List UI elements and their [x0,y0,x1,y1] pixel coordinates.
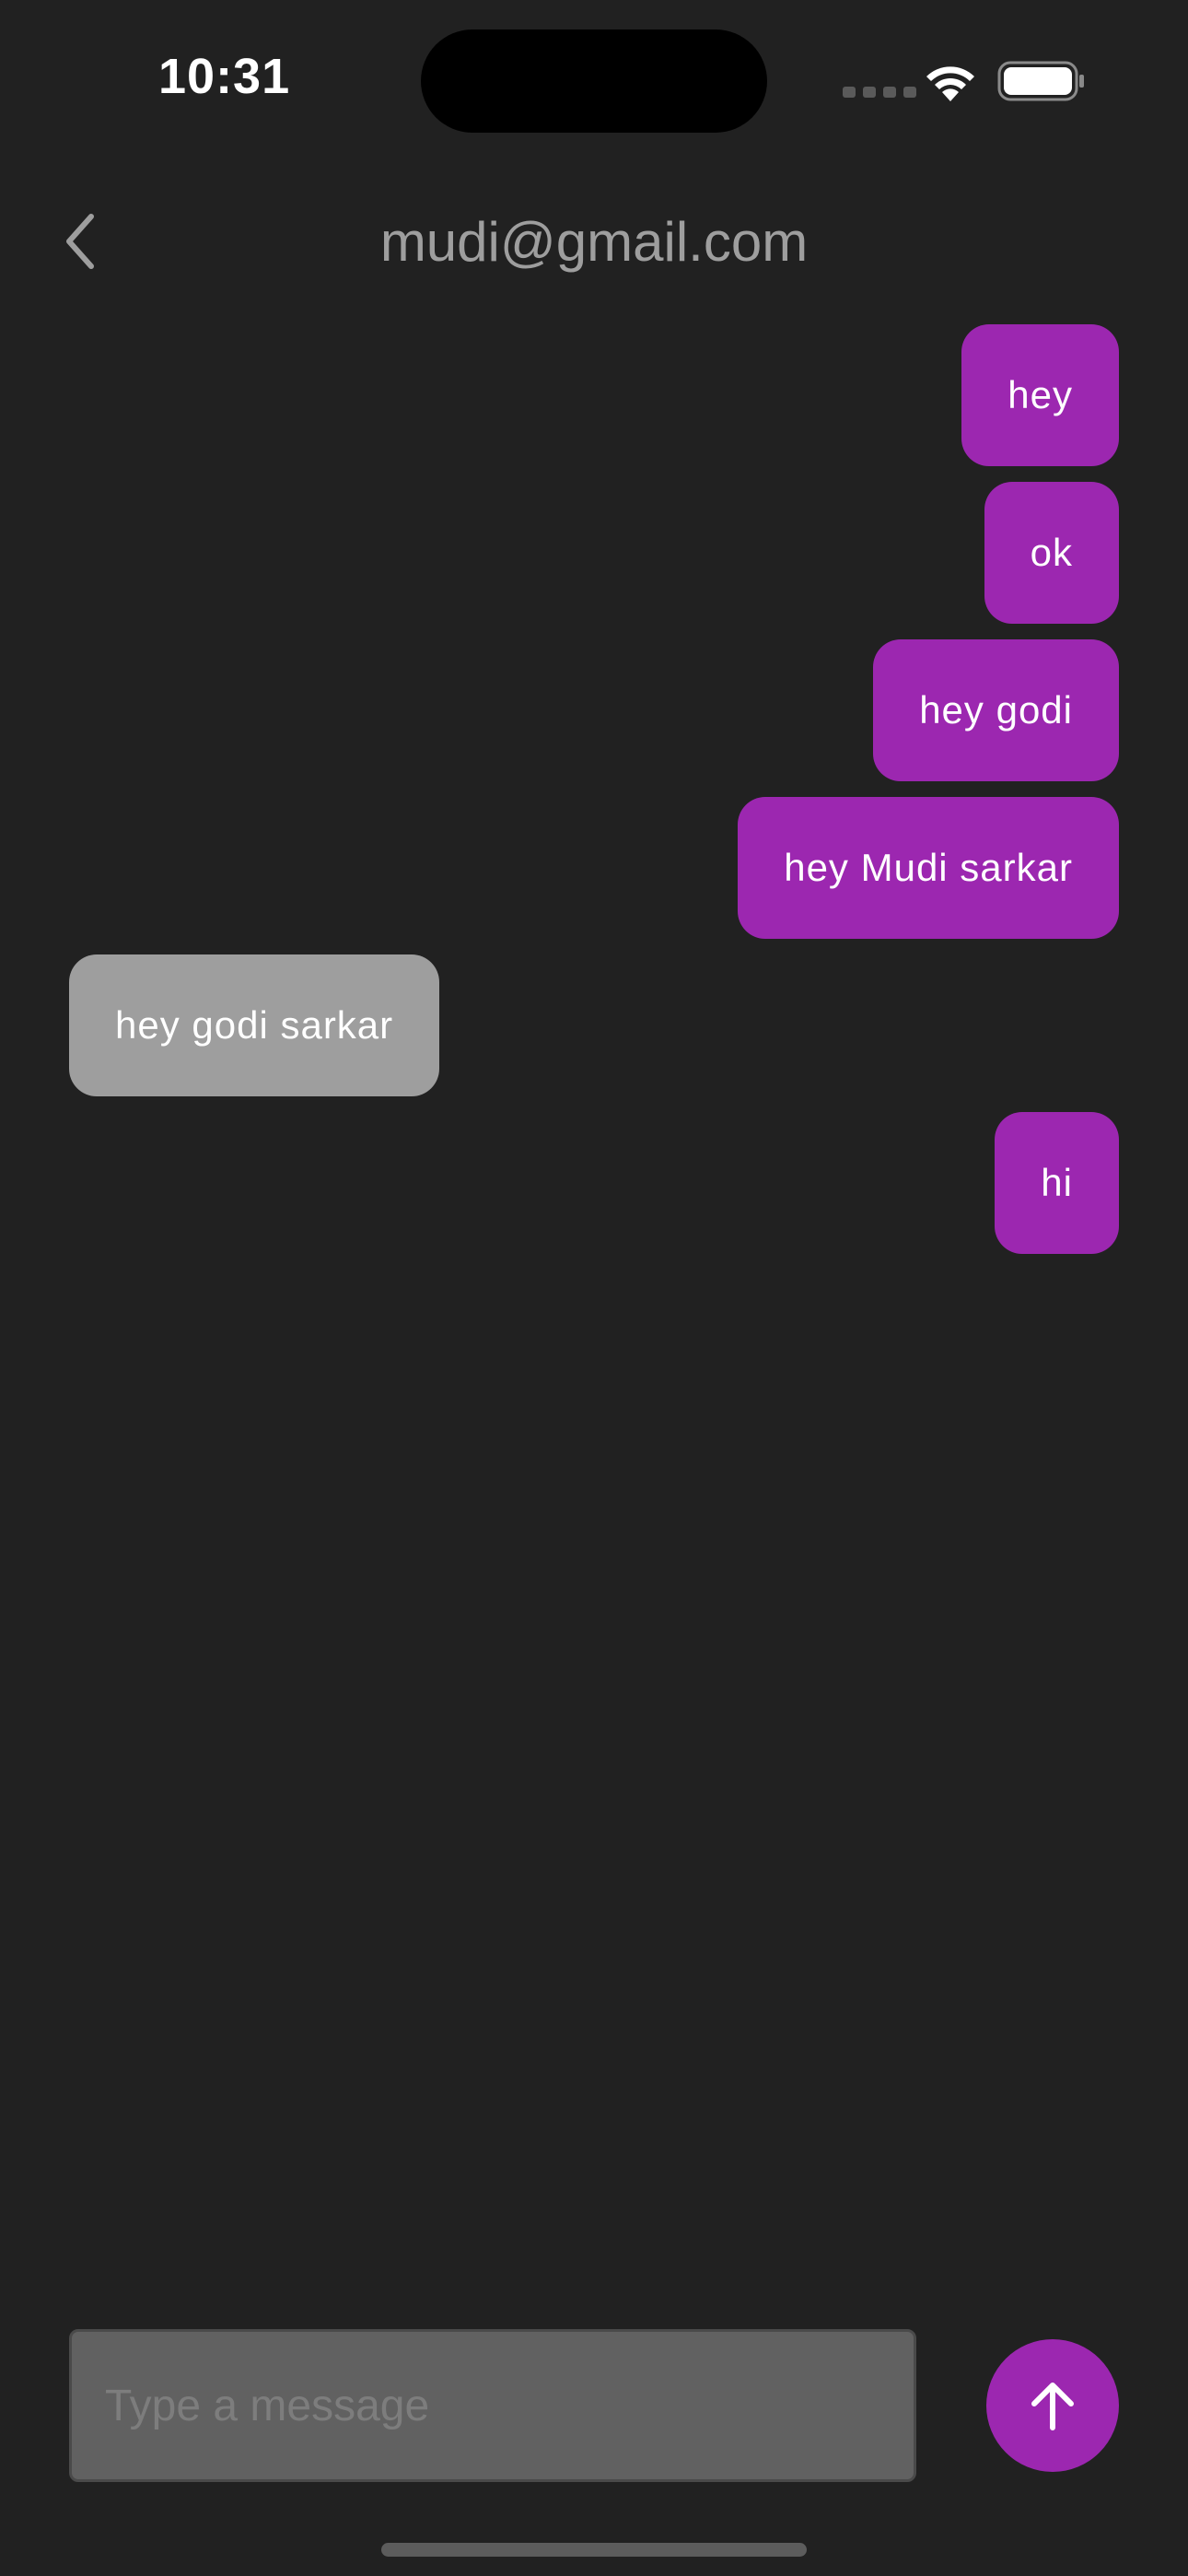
message-row: hey [69,324,1119,466]
sent-message-bubble[interactable]: hey Mudi sarkar [738,797,1119,939]
message-row: ok [69,482,1119,624]
send-button[interactable] [986,2339,1119,2472]
arrow-up-icon [1031,2383,1074,2430]
sent-message-bubble[interactable]: hey godi [873,639,1119,781]
sent-message-bubble[interactable]: hey [961,324,1119,466]
status-time: 10:31 [158,49,291,104]
cellular-signal-icon [843,87,916,98]
message-input[interactable] [69,2329,916,2482]
wifi-icon [926,66,974,101]
battery-icon [997,61,1084,101]
sent-message-bubble[interactable]: ok [984,482,1119,624]
sent-message-bubble[interactable]: hi [995,1112,1119,1254]
message-row: hey godi [69,639,1119,781]
home-indicator[interactable] [381,2543,807,2557]
message-row: hey Mudi sarkar [69,797,1119,939]
dynamic-island [421,29,767,133]
chat-header: mudi@gmail.com [0,184,1188,304]
message-row: hi [69,1112,1119,1254]
message-list: hey ok hey godi hey Mudi sarkar hey godi… [69,324,1119,1254]
received-message-bubble[interactable]: hey godi sarkar [69,954,440,1096]
message-row: hey godi sarkar [69,954,1119,1096]
page-title: mudi@gmail.com [379,211,809,273]
status-bar: 10:31 [0,0,1188,157]
